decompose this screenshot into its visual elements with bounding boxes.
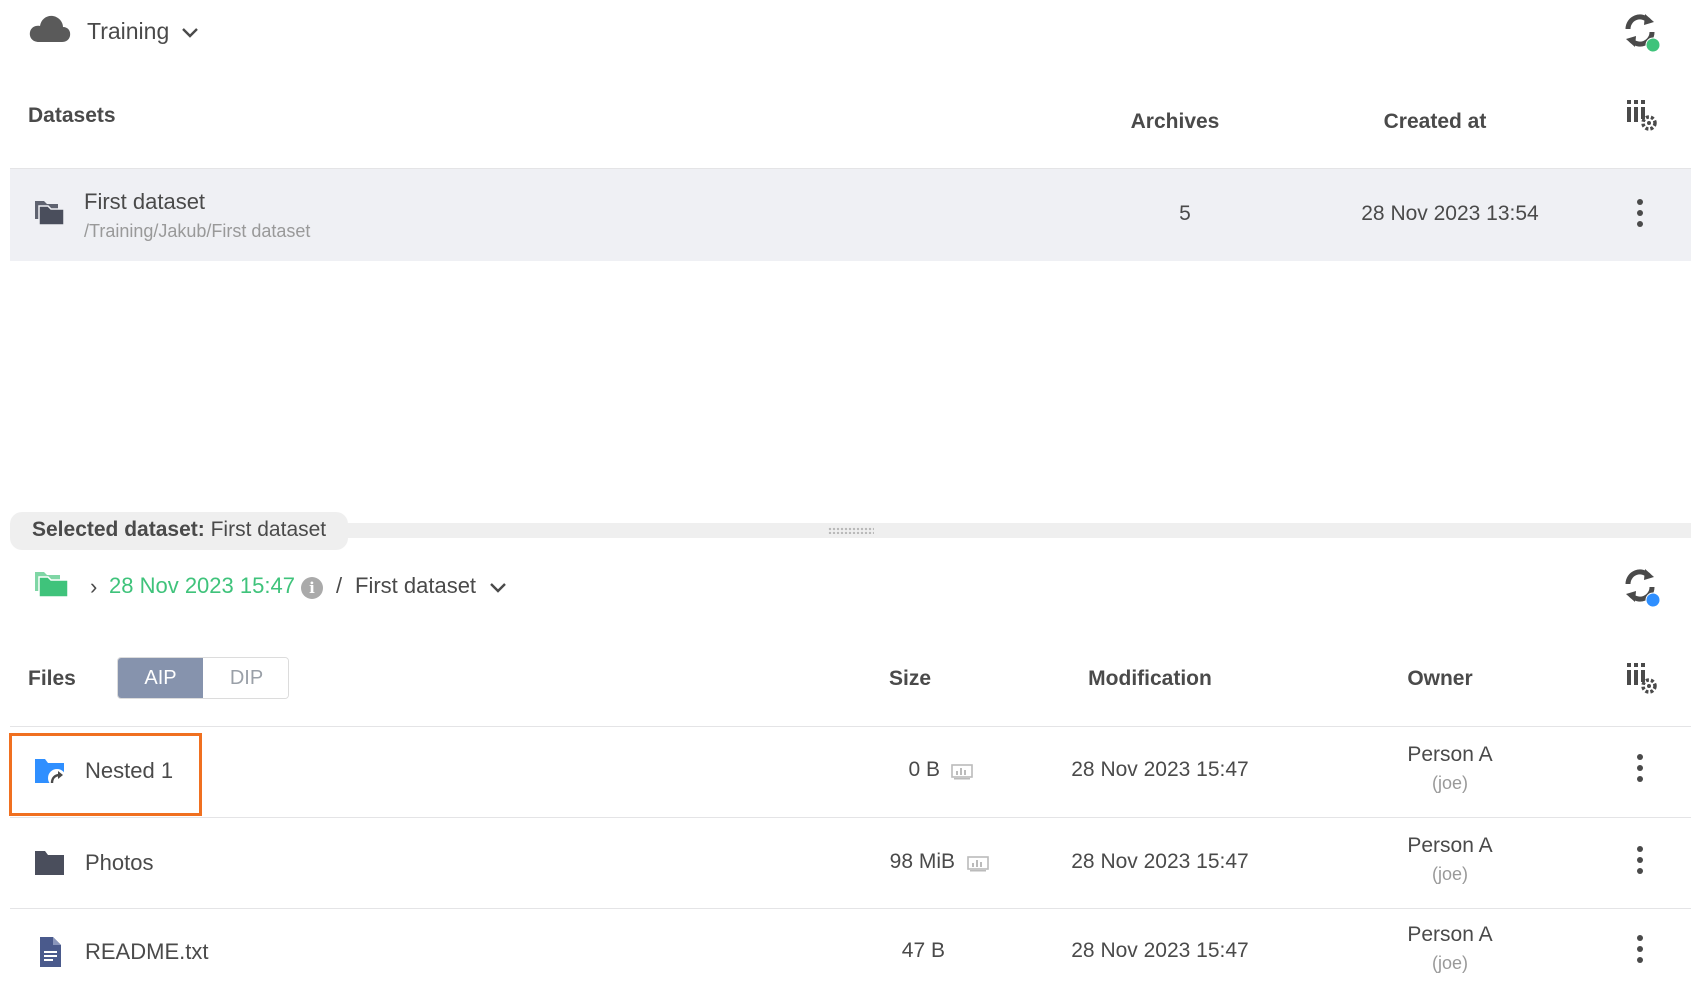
dataset-created-at: 28 Nov 2023 13:54 xyxy=(1361,202,1539,225)
file-row[interactable]: Photos 98 MiB 28 Nov 2023 15:47 Person A… xyxy=(10,818,1691,908)
breadcrumb-archive-date[interactable]: 28 Nov 2023 15:47 xyxy=(109,573,295,599)
dip-toggle-button[interactable]: DIP xyxy=(204,658,288,698)
file-modification: 28 Nov 2023 15:47 xyxy=(1071,850,1249,873)
file-actions-menu-icon[interactable] xyxy=(1634,935,1646,971)
top-bar: Training xyxy=(0,0,1691,64)
space-selector[interactable]: Training xyxy=(87,18,169,45)
file-owner: Person A (joe) xyxy=(1350,923,1550,974)
file-size: 98 MiB xyxy=(889,850,955,873)
file-icon xyxy=(40,937,61,967)
datasets-header: Datasets xyxy=(28,104,116,127)
archive-root-folder-icon[interactable] xyxy=(34,569,70,599)
dataset-row[interactable]: First dataset /Training/Jakub/First data… xyxy=(10,169,1691,261)
dataset-name[interactable]: First dataset xyxy=(84,189,205,215)
dataset-path: /Training/Jakub/First dataset xyxy=(84,221,311,241)
owner-name: Person A xyxy=(1407,834,1493,857)
owner-login: (joe) xyxy=(1431,864,1468,884)
owner-name: Person A xyxy=(1407,743,1493,766)
highlight-box xyxy=(9,733,202,816)
sync-status-icon[interactable] xyxy=(1620,565,1660,607)
file-row[interactable]: README.txt 47 B 28 Nov 2023 15:47 Person… xyxy=(10,909,1691,999)
file-owner: Person A (joe) xyxy=(1350,743,1550,794)
drag-handle-icon[interactable] xyxy=(828,527,874,534)
file-modification: 28 Nov 2023 15:47 xyxy=(1071,758,1249,781)
created-at-column-header: Created at xyxy=(1383,110,1487,133)
selected-dataset-tab: Selected dataset: First dataset xyxy=(10,512,349,550)
folder-icon xyxy=(35,851,64,875)
size-stats-icon[interactable] xyxy=(951,764,973,780)
dataset-icon xyxy=(35,201,65,226)
column-settings-icon[interactable] xyxy=(1625,98,1659,132)
file-owner: Person A (joe) xyxy=(1350,834,1550,885)
column-settings-icon[interactable] xyxy=(1625,661,1659,695)
aip-toggle-button[interactable]: AIP xyxy=(118,658,203,698)
file-size: 47 B xyxy=(901,939,945,962)
file-actions-menu-icon[interactable] xyxy=(1634,846,1646,882)
breadcrumb-separator: / xyxy=(336,573,343,598)
owner-column-header: Owner xyxy=(1407,667,1473,690)
selected-dataset-value: First dataset xyxy=(210,518,327,541)
files-header: Files xyxy=(28,667,76,690)
dataset-archives-count: 5 xyxy=(1179,202,1191,225)
owner-name: Person A xyxy=(1407,923,1493,946)
file-modification: 28 Nov 2023 15:47 xyxy=(1071,939,1249,962)
file-row[interactable]: Nested 1 0 B 28 Nov 2023 15:47 Person A … xyxy=(10,727,1691,817)
archives-column-header: Archives xyxy=(1130,110,1220,133)
size-stats-icon[interactable] xyxy=(967,856,989,872)
cloud-icon xyxy=(29,15,71,42)
info-icon[interactable]: i xyxy=(301,577,323,599)
breadcrumb-chevron-icon: › xyxy=(90,574,98,599)
selected-dataset-label: Selected dataset: xyxy=(32,518,205,541)
size-column-header: Size xyxy=(888,667,932,690)
breadcrumb-dataset[interactable]: First dataset xyxy=(355,573,476,599)
owner-login: (joe) xyxy=(1431,773,1468,793)
file-size: 0 B xyxy=(908,758,940,781)
file-name[interactable]: Photos xyxy=(85,850,154,876)
owner-login: (joe) xyxy=(1431,953,1468,973)
sync-status-icon[interactable] xyxy=(1620,10,1660,52)
modification-column-header: Modification xyxy=(1088,667,1212,690)
file-name[interactable]: README.txt xyxy=(85,939,208,965)
dataset-actions-menu-icon[interactable] xyxy=(1634,199,1646,235)
chevron-down-icon[interactable] xyxy=(180,22,200,42)
chevron-down-icon[interactable] xyxy=(488,577,508,597)
aip-dip-toggle: AIP DIP xyxy=(117,657,289,699)
file-actions-menu-icon[interactable] xyxy=(1634,754,1646,790)
